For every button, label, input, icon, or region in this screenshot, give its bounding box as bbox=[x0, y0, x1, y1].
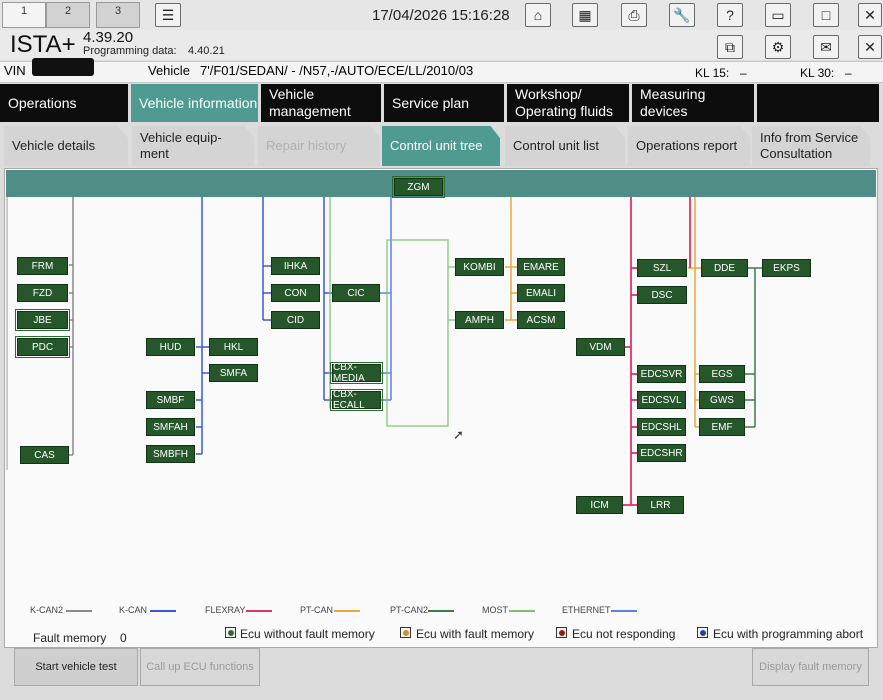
ecu-jbe[interactable]: JBE bbox=[15, 309, 70, 331]
ecu-cbx-media[interactable]: CBX-MEDIA bbox=[330, 362, 383, 384]
legend-k-can2-line bbox=[66, 610, 92, 612]
legend-pt-can2: PT-CAN2 bbox=[390, 605, 429, 615]
ecu-hud[interactable]: HUD bbox=[146, 338, 195, 356]
ecu-pdc[interactable]: PDC bbox=[15, 336, 70, 358]
ecu-ok-indicator-icon bbox=[225, 627, 236, 638]
legend-k-can2: K-CAN2 bbox=[30, 605, 64, 615]
ecu-not-responding-indicator-icon bbox=[556, 627, 567, 638]
legend-pt-can2-line bbox=[428, 610, 454, 612]
ecu-emali[interactable]: EMALI bbox=[517, 284, 565, 302]
ecu-con[interactable]: CON bbox=[271, 284, 320, 302]
ecu-emare[interactable]: EMARE bbox=[517, 258, 565, 276]
mouse-cursor-icon: ➚ bbox=[453, 427, 464, 442]
call-up-ecu-functions-button[interactable]: Call up ECU functions bbox=[140, 648, 260, 686]
legend-pt-can-line bbox=[334, 610, 360, 612]
legend-pt-can: PT-CAN bbox=[300, 605, 334, 615]
ecu-lrr[interactable]: LRR bbox=[637, 496, 684, 514]
ecu-icm[interactable]: ICM bbox=[576, 496, 623, 514]
ecu-fault-indicator-icon bbox=[400, 627, 411, 638]
ecu-cid[interactable]: CID bbox=[271, 311, 320, 329]
status-legend-programming-abort: Ecu with programming abort bbox=[713, 627, 864, 641]
bus-lines bbox=[6, 197, 762, 506]
ecu-fzd[interactable]: FZD bbox=[17, 284, 68, 302]
display-fault-memory-button[interactable]: Display fault memory bbox=[752, 648, 869, 686]
legend-most: MOST bbox=[482, 605, 508, 615]
ecu-cic[interactable]: CIC bbox=[332, 284, 380, 302]
ecu-szl[interactable]: SZL bbox=[637, 259, 687, 277]
ecu-emf[interactable]: EMF bbox=[699, 418, 745, 436]
ecu-smfa[interactable]: SMFA bbox=[209, 364, 258, 382]
ecu-kombi[interactable]: KOMBI bbox=[455, 258, 504, 276]
ecu-acsm[interactable]: ACSM bbox=[517, 311, 565, 329]
legend-most-line bbox=[509, 610, 535, 612]
ecu-cbx-ecall[interactable]: CBX-ECALL bbox=[330, 389, 383, 411]
ecu-vdm[interactable]: VDM bbox=[576, 338, 625, 356]
fault-memory-value: 0 bbox=[120, 631, 127, 645]
ecu-smfah[interactable]: SMFAH bbox=[146, 418, 195, 436]
ecu-programming-abort-indicator-icon bbox=[697, 627, 708, 638]
ecu-edcsvl[interactable]: EDCSVL bbox=[637, 391, 686, 409]
ecu-edcsvr[interactable]: EDCSVR bbox=[637, 365, 686, 383]
ecu-hkl[interactable]: HKL bbox=[209, 338, 258, 356]
ecu-egs[interactable]: EGS bbox=[699, 365, 745, 383]
ecu-cas[interactable]: CAS bbox=[20, 446, 69, 464]
status-legend-fault: Ecu with fault memory bbox=[416, 627, 535, 641]
ecu-frm[interactable]: FRM bbox=[17, 257, 68, 275]
legend-ethernet: ETHERNET bbox=[562, 605, 611, 615]
ecu-dde[interactable]: DDE bbox=[701, 259, 748, 277]
legend-k-can: K-CAN bbox=[119, 605, 148, 615]
fault-memory-label: Fault memory bbox=[33, 631, 107, 645]
ecu-ihka[interactable]: IHKA bbox=[271, 257, 320, 275]
legend-ethernet-line bbox=[611, 610, 637, 612]
legend-flexray: FLEXRAY bbox=[205, 605, 246, 615]
legend-flexray-line bbox=[246, 610, 272, 612]
ecu-smbfh[interactable]: SMBFH bbox=[146, 445, 195, 463]
legend-k-can-line bbox=[150, 610, 176, 612]
ecu-amph[interactable]: AMPH bbox=[455, 311, 504, 329]
ecu-edcshr[interactable]: EDCSHR bbox=[637, 444, 686, 462]
ecu-gws[interactable]: GWS bbox=[699, 391, 745, 409]
ecu-edcshl[interactable]: EDCSHL bbox=[637, 418, 686, 436]
ecu-smbf[interactable]: SMBF bbox=[146, 391, 195, 409]
start-vehicle-test-button[interactable]: Start vehicle test bbox=[14, 648, 138, 686]
ecu-dsc[interactable]: DSC bbox=[637, 286, 687, 304]
status-legend-no-fault: Ecu without fault memory bbox=[240, 627, 375, 641]
status-legend-not-responding: Ecu not responding bbox=[572, 627, 676, 641]
ecu-zgm[interactable]: ZGM bbox=[392, 176, 445, 198]
ecu-ekps[interactable]: EKPS bbox=[762, 259, 811, 277]
